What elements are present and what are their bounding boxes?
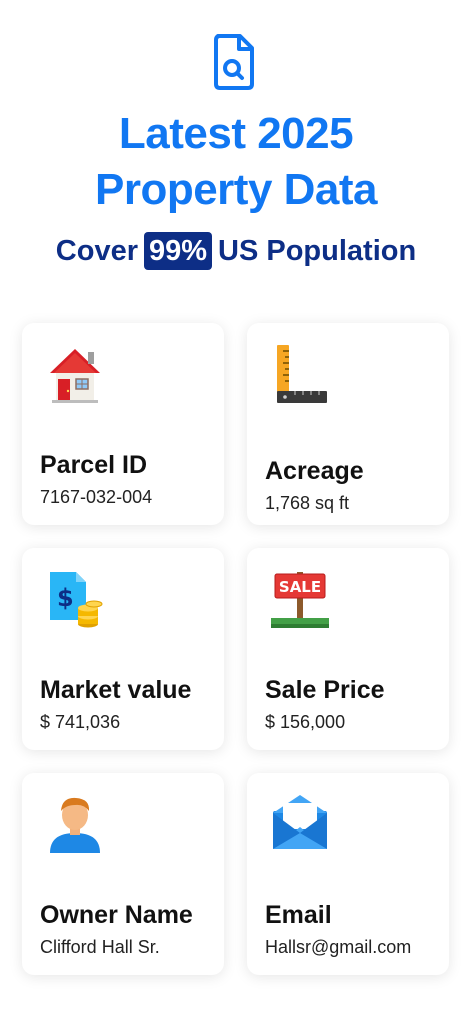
card-value: 1,768 sq ft: [265, 493, 350, 513]
money-document-icon: $: [50, 572, 103, 628]
card-acreage: Acreage 1,768 sq ft: [247, 323, 449, 525]
card-market-value: $ Market value $ 741,036: [22, 548, 224, 750]
card-sale-price: SALE Sale Price $ 156,000: [247, 548, 449, 750]
card-label: Email: [265, 901, 332, 929]
card-label: Acreage: [265, 457, 364, 485]
card-value: $ 741,036: [40, 712, 121, 732]
subtitle-highlight: 99%: [143, 232, 213, 270]
card-value: 7167-032-004: [40, 487, 153, 507]
card-label: Sale Price: [265, 676, 385, 704]
ruler-icon: [277, 345, 327, 403]
document-search-icon: [214, 34, 254, 90]
card-value: Hallsr@gmail.com: [265, 937, 412, 957]
card-parcel-id: Parcel ID 7167-032-004: [22, 323, 224, 525]
title-line-2: Property Data: [94, 165, 378, 214]
subtitle: Cover 99% US Population: [0, 232, 472, 270]
envelope-icon: [273, 795, 327, 849]
subtitle-prefix: Cover: [55, 234, 138, 267]
subtitle-suffix: US Population: [218, 234, 417, 267]
person-icon: [50, 797, 100, 853]
svg-text:SALE: SALE: [279, 578, 321, 596]
title-line-1: Latest 2025: [118, 109, 354, 158]
sale-sign-icon: SALE: [271, 572, 329, 628]
card-value: Clifford Hall Sr.: [40, 937, 160, 957]
house-icon: [50, 349, 100, 403]
card-value: $ 156,000: [265, 712, 346, 732]
card-label: Market value: [40, 676, 192, 704]
card-owner-name: Owner Name Clifford Hall Sr.: [22, 773, 224, 975]
card-email: Email Hallsr@gmail.com: [247, 773, 449, 975]
card-label: Owner Name: [40, 901, 193, 929]
card-label: Parcel ID: [40, 451, 148, 479]
svg-text:$: $: [57, 584, 74, 612]
